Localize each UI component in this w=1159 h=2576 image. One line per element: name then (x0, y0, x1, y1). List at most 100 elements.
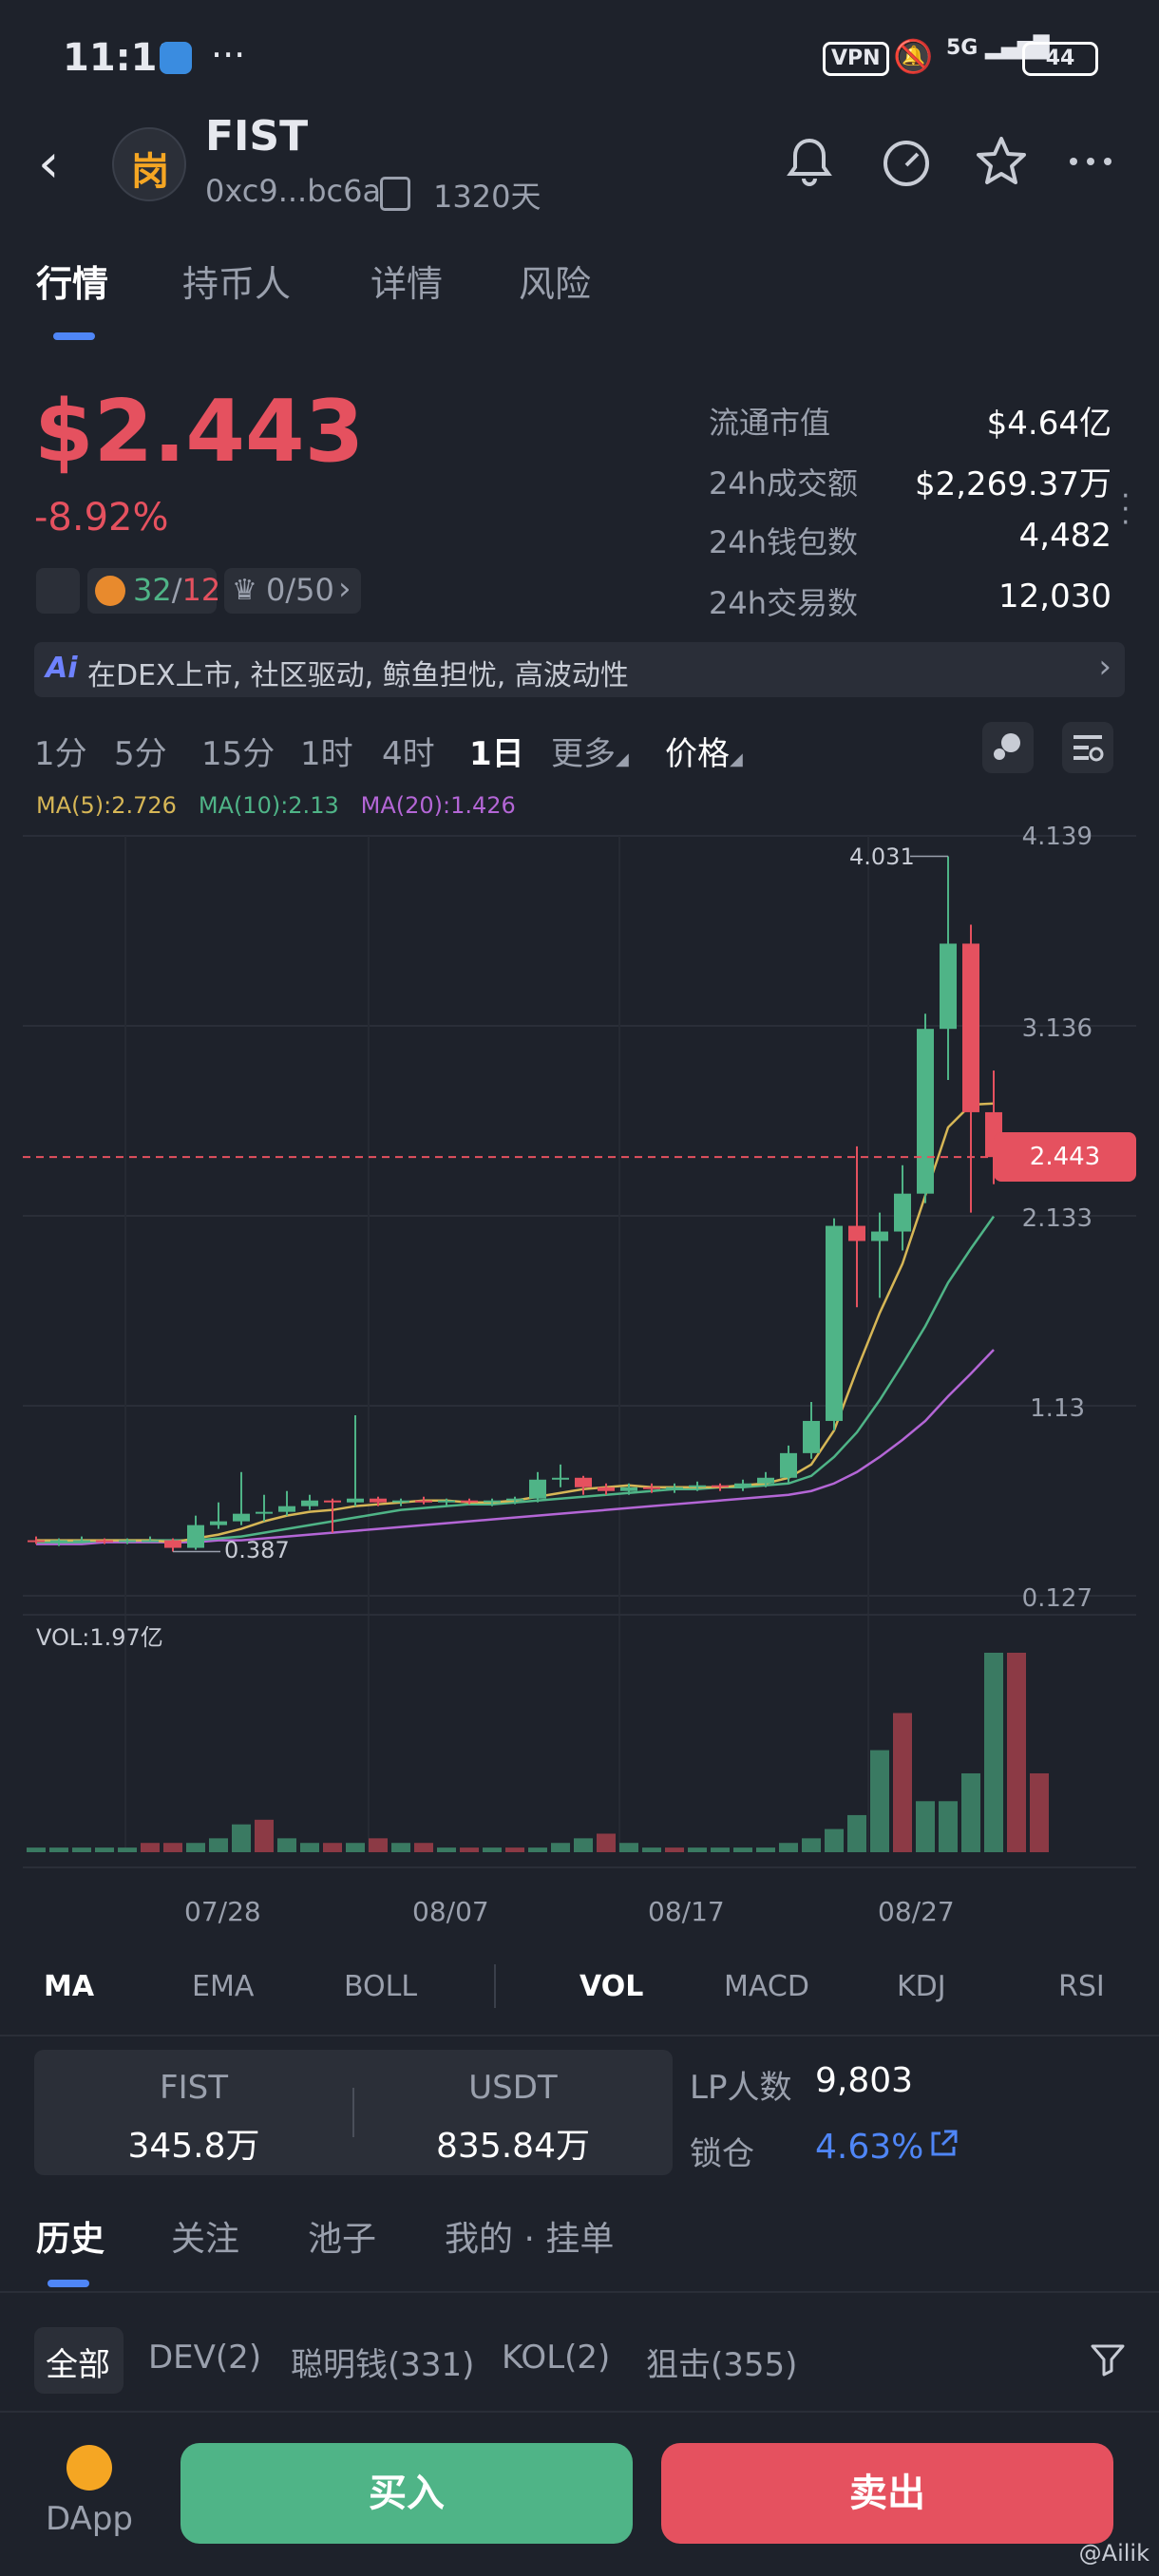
filter-smart-money[interactable]: 聪明钱(331) (291, 2339, 474, 2385)
filter-kol[interactable]: KOL(2) (502, 2339, 610, 2377)
speed-icon[interactable] (878, 133, 935, 190)
timeframe-4h[interactable]: 4时 (382, 728, 435, 774)
back-icon[interactable]: ‹ (38, 133, 59, 195)
candle-body (370, 1498, 387, 1503)
telegram-icon (160, 42, 192, 74)
indicator-vol[interactable]: VOL (580, 1970, 643, 2003)
volume-bar (414, 1843, 433, 1852)
subtab-my-orders[interactable]: 我的 · 挂单 (445, 2211, 614, 2261)
ai-summary-text: 在DEX上市, 社区驱动, 鲸鱼担忧, 高波动性 (87, 659, 629, 692)
dapp-label[interactable]: DApp (46, 2500, 133, 2538)
pool-token-a: FIST (160, 2069, 228, 2107)
badge-icon-1[interactable] (36, 568, 80, 614)
indicator-ema[interactable]: EMA (192, 1970, 254, 2003)
watermark: @Ailik (1078, 2540, 1150, 2567)
volume-bar (893, 1713, 912, 1852)
timeframe-15m[interactable]: 15分 (201, 728, 275, 774)
ai-summary-bar[interactable]: Ai 在DEX上市, 社区驱动, 鲸鱼担忧, 高波动性 › (34, 642, 1125, 697)
bell-icon[interactable] (781, 133, 838, 190)
copy-icon[interactable] (380, 177, 410, 211)
candle-body (666, 1487, 683, 1489)
subtab-pools[interactable]: 池子 (308, 2211, 376, 2261)
dapp-icon[interactable] (66, 2445, 112, 2491)
candle-body (438, 1500, 455, 1503)
tab-risk[interactable]: 风险 (519, 255, 591, 307)
tab-market[interactable]: 行情 (36, 255, 108, 307)
subtab-history[interactable]: 历史 (36, 2211, 104, 2261)
candle-body (575, 1477, 592, 1487)
external-link-icon[interactable] (927, 2128, 960, 2164)
chevron-right-icon: › (338, 570, 352, 608)
timeframe-5m[interactable]: 5分 (114, 728, 167, 774)
badge-crown[interactable]: ♛ 0/50 › (224, 568, 361, 614)
current-price-tag: 2.443 (994, 1132, 1136, 1182)
candle-body (301, 1500, 318, 1506)
candle-body (392, 1500, 409, 1503)
badge-separator: / (171, 572, 182, 608)
volume-bar (711, 1847, 730, 1852)
candle-body (484, 1500, 501, 1503)
filter-icon[interactable] (1089, 2340, 1127, 2382)
indicator-ma[interactable]: MA (44, 1970, 94, 2003)
timeframe-more[interactable]: 更多◢ (551, 728, 629, 774)
chart-settings-icon[interactable] (1062, 722, 1113, 773)
candle-body (50, 1540, 67, 1543)
volume-bar (186, 1843, 205, 1852)
lock-value[interactable]: 4.63% (815, 2128, 923, 2167)
tab-details[interactable]: 详情 (370, 255, 443, 307)
filter-dev[interactable]: DEV(2) (148, 2339, 261, 2377)
dropdown-triangle-icon: ◢ (730, 749, 743, 769)
filter-all[interactable]: 全部 (46, 2339, 110, 2385)
candle-body (529, 1479, 546, 1499)
subtab-watch[interactable]: 关注 (171, 2211, 239, 2261)
volume-bar (95, 1847, 114, 1852)
date-tick: 08/17 (648, 1896, 725, 1927)
badge-moneybag[interactable]: 32/12 (87, 568, 220, 614)
candle-body (848, 1225, 865, 1241)
tab-indicator (53, 332, 95, 340)
ma10-line (36, 1215, 996, 1544)
candle-body (324, 1500, 341, 1503)
stat-value-wallets: 4,482 (1018, 517, 1112, 555)
more-icon[interactable] (1062, 133, 1119, 190)
date-tick: 07/28 (184, 1896, 261, 1927)
chart-mode-price[interactable]: 价格◢ (665, 728, 743, 774)
timeframe-1h[interactable]: 1时 (300, 728, 353, 774)
ma20-line (36, 1349, 995, 1545)
section-divider (0, 2035, 1159, 2036)
stats-more-icon[interactable]: · · · (1121, 483, 1130, 538)
volume-bar (437, 1847, 456, 1852)
candle-body (712, 1485, 729, 1487)
badge-green-count: 32 (133, 572, 172, 608)
star-icon[interactable] (973, 133, 1030, 190)
filter-sniper[interactable]: 狙击(355) (646, 2339, 797, 2385)
candle-body (187, 1525, 204, 1548)
price-axis-tick: 2.133 (1021, 1204, 1092, 1233)
sell-button[interactable]: 卖出 (661, 2443, 1113, 2544)
price-chart[interactable] (0, 817, 1159, 1900)
ma10-value: MA(10):2.13 (198, 792, 339, 819)
chart-mode-label: 价格 (665, 735, 730, 773)
volume-bar (1007, 1653, 1026, 1852)
candle-body (620, 1487, 637, 1491)
token-address[interactable]: 0xc9...bc6a (205, 173, 381, 209)
indicator-boll[interactable]: BOLL (344, 1970, 417, 2003)
volume-bar (528, 1847, 547, 1852)
indicator-rsi[interactable]: RSI (1058, 1970, 1105, 2003)
tab-holders[interactable]: 持币人 (182, 255, 291, 307)
indicator-toggle-icon[interactable] (982, 722, 1034, 773)
buy-button[interactable]: 买入 (180, 2443, 633, 2544)
indicator-macd[interactable]: MACD (724, 1970, 809, 2003)
ma20-value: MA(20):1.426 (360, 792, 516, 819)
timeframe-1d[interactable]: 1日 (469, 728, 524, 774)
more-notifications-icon: ··· (211, 34, 246, 76)
ai-icon: Ai (46, 652, 78, 685)
volume-bar (209, 1838, 228, 1852)
volume-bar (323, 1843, 342, 1852)
indicator-kdj[interactable]: KDJ (897, 1970, 946, 2003)
status-bar: 11:11 ··· VPN 🔕 5G ▂▄▆█ 44 (0, 0, 1159, 114)
volume-bar (49, 1847, 68, 1852)
candle-body (164, 1540, 181, 1548)
timeframe-1m[interactable]: 1分 (34, 728, 87, 774)
volume-bar (665, 1847, 684, 1852)
